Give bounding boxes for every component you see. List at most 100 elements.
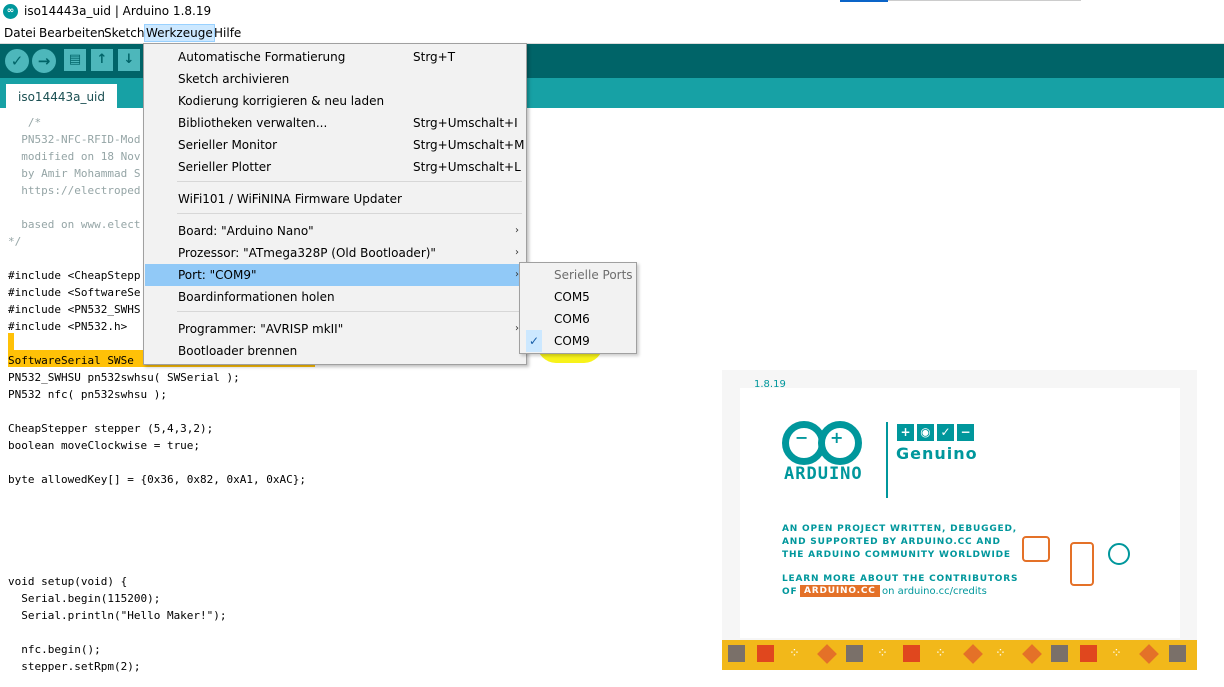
plus-icon: +	[830, 428, 844, 447]
code-line: https://electroped	[8, 184, 141, 197]
credits-link: on arduino.cc/credits	[882, 586, 987, 597]
code-line: void setup(void) {	[8, 575, 128, 588]
pattern-orange-icon	[1139, 644, 1159, 664]
tab-sketch[interactable]: iso14443a_uid	[6, 84, 118, 108]
menu-item-burn-bootloader[interactable]: Bootloader brennen	[145, 340, 525, 362]
menu-separator	[177, 181, 522, 182]
code-line: /*	[8, 116, 42, 129]
pattern-diamond-icon	[757, 645, 774, 662]
menu-item-port[interactable]: Port: "COM9" ›	[145, 264, 525, 286]
code-line: #include <PN532_SWHS	[8, 303, 141, 316]
menu-separator	[177, 311, 522, 312]
port-com6[interactable]: COM6	[520, 308, 636, 330]
open-icon[interactable]: ↑	[91, 49, 113, 71]
splash-pattern-strip: ⁘ ⁘ ⁘ ⁘ ⁘	[722, 640, 1197, 670]
code-line: Serial.println("Hello Maker!");	[8, 609, 227, 622]
menu-item-board-info[interactable]: Boardinformationen holen	[145, 286, 525, 308]
illustration-board-icon	[1070, 542, 1094, 586]
port-submenu: Serielle Ports COM5 COM6 ✓ COM9	[519, 262, 637, 354]
menu-item-programmer[interactable]: Programmer: "AVRISP mkII" ›	[145, 318, 525, 340]
submenu-header: Serielle Ports	[554, 268, 633, 282]
arduino-wordmark: ARDUINO	[784, 464, 863, 484]
splash-line-1: AN OPEN PROJECT WRITTEN, DEBUGGED,	[782, 524, 1017, 534]
pattern-orange-icon	[817, 644, 837, 664]
save-icon[interactable]: ↓	[118, 49, 140, 71]
minus-icon: −	[795, 428, 809, 447]
pattern-dots-icon: ⁘	[935, 646, 946, 661]
menu-item-archive-sketch[interactable]: Sketch archivieren	[145, 68, 525, 90]
menu-datei[interactable]: Datei	[3, 25, 37, 41]
port-com9[interactable]: ✓ COM9	[520, 330, 636, 352]
splash-line-4: LEARN MORE ABOUT THE CONTRIBUTORS	[782, 574, 1019, 584]
genuino-wordmark: Genuino	[896, 444, 978, 463]
illustration-robot-icon	[1108, 543, 1130, 565]
code-line: by Amir Mohammad S	[8, 167, 141, 180]
menu-sketch[interactable]: Sketch	[103, 25, 145, 41]
code-line: CheapStepper stepper (5,4,3,2);	[8, 422, 214, 435]
window-title: iso14443a_uid | Arduino 1.8.19	[24, 4, 212, 18]
splash-line-3: THE ARDUINO COMMUNITY WORLDWIDE	[782, 550, 1011, 560]
code-line: #include <CheapStepp	[8, 269, 141, 282]
arduino-cc-badge: ARDUINO.CC	[800, 585, 880, 597]
code-line: PN532 nfc( pn532swhsu );	[8, 388, 167, 401]
pattern-orange-icon	[1022, 644, 1042, 664]
pattern-plus-icon	[1051, 645, 1068, 662]
chevron-right-icon: ›	[515, 247, 519, 258]
code-line: */	[8, 235, 22, 248]
pattern-square-icon	[846, 645, 863, 662]
werkzeuge-dropdown: Automatische Formatierung Strg+T Sketch …	[143, 43, 527, 365]
code-line: #include <PN532.h>	[8, 320, 128, 333]
menu-separator	[177, 213, 522, 214]
pattern-dots-icon: ⁘	[1111, 646, 1122, 661]
pattern-dots-icon: ⁘	[995, 646, 1006, 661]
new-icon[interactable]: ▤	[64, 49, 86, 71]
menu-item-serial-plotter[interactable]: Serieller Plotter Strg+Umschalt+L	[145, 156, 525, 178]
code-line: PN532-NFC-RFID-Mod	[8, 133, 141, 146]
genuino-check-icon: ✓	[937, 424, 954, 441]
menu-item-manage-libraries[interactable]: Bibliotheken verwalten... Strg+Umschalt+…	[145, 112, 525, 134]
illustration-chip-icon	[1022, 536, 1050, 562]
logo-divider	[886, 422, 888, 498]
pattern-diamond-icon	[903, 645, 920, 662]
pattern-diamond-icon	[1080, 645, 1097, 662]
pattern-dots-icon: ⁘	[789, 646, 800, 661]
code-line: based on www.elect	[8, 218, 141, 231]
title-bar: ∞ iso14443a_uid | Arduino 1.8.19	[0, 0, 1224, 24]
code-line: Serial.begin(115200);	[8, 592, 161, 605]
splash-panel: 1.8.19 − + ARDUINO + ◉ ✓ − Genuino AN OP…	[740, 379, 1180, 638]
code-line: #include <SoftwareSe	[8, 286, 141, 299]
menu-item-firmware-updater[interactable]: WiFi101 / WiFiNINA Firmware Updater	[145, 188, 525, 210]
code-line: SoftwareSerial SWSe	[8, 354, 134, 367]
menu-item-processor[interactable]: Prozessor: "ATmega328P (Old Bootloader)"…	[145, 242, 525, 264]
code-line: stepper.setRpm(2);	[8, 660, 141, 673]
pattern-orange-icon	[963, 644, 983, 664]
menu-item-serial-monitor[interactable]: Serieller Monitor Strg+Umschalt+M	[145, 134, 525, 156]
splash-line-2: AND SUPPORTED BY ARDUINO.CC AND	[782, 537, 1001, 547]
menu-bearbeiten[interactable]: Bearbeiten	[38, 25, 106, 41]
title-decoration	[840, 0, 888, 2]
menu-bar: Datei Bearbeiten Sketch Werkzeuge Hilfe	[0, 24, 1224, 44]
chevron-right-icon: ›	[515, 225, 519, 236]
pattern-square-icon	[728, 645, 745, 662]
version-label: 1.8.19	[754, 379, 786, 390]
code-line: nfc.begin();	[8, 643, 101, 656]
arduino-app-icon: ∞	[3, 4, 18, 19]
code-line: boolean moveClockwise = true;	[8, 439, 201, 452]
port-com5[interactable]: COM5	[520, 286, 636, 308]
menu-werkzeuge[interactable]: Werkzeuge	[144, 24, 215, 42]
upload-icon[interactable]: →	[32, 49, 56, 73]
title-decoration-line	[888, 0, 1081, 1]
menu-item-auto-format[interactable]: Automatische Formatierung Strg+T	[145, 46, 525, 68]
pattern-dots-icon: ⁘	[877, 646, 888, 661]
splash-of: OF	[782, 587, 798, 597]
genuino-minus-icon: −	[957, 424, 974, 441]
verify-icon[interactable]: ✓	[5, 49, 29, 73]
menu-item-fix-encoding[interactable]: Kodierung korrigieren & neu laden	[145, 90, 525, 112]
genuino-plus-icon: +	[897, 424, 914, 441]
pattern-square-icon	[1169, 645, 1186, 662]
error-marker	[8, 333, 14, 350]
menu-hilfe[interactable]: Hilfe	[213, 25, 242, 41]
code-line: PN532_SWHSU pn532swhsu( SWSerial );	[8, 371, 240, 384]
menu-item-board[interactable]: Board: "Arduino Nano" ›	[145, 220, 525, 242]
checkmark-icon: ✓	[526, 330, 542, 352]
